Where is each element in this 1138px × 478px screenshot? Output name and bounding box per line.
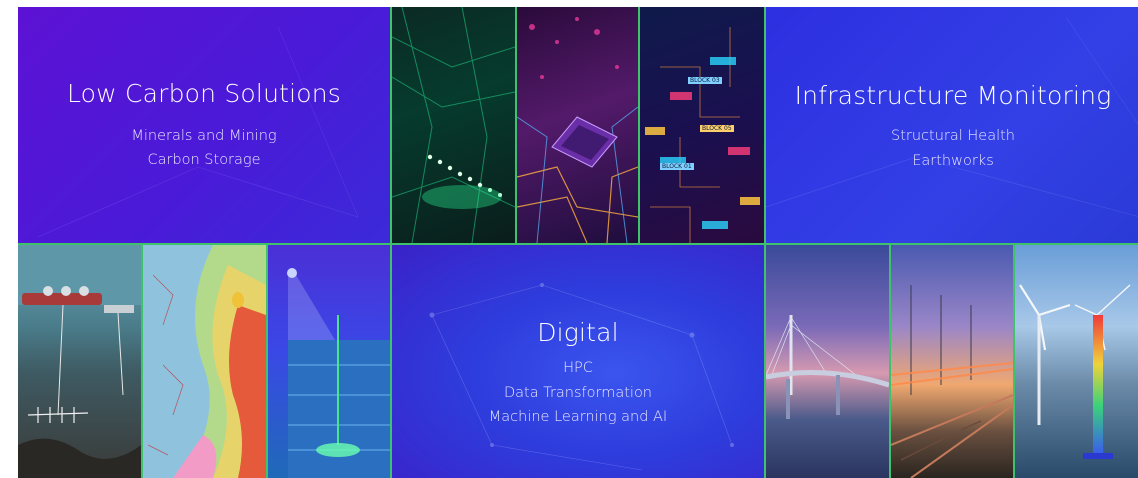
divider-image-2 <box>638 7 640 243</box>
digital-panel: Digital HPC Data Transformation Machine … <box>392 245 764 478</box>
network-lines-decoration <box>766 16 1138 217</box>
low-carbon-panel: Low Carbon Solutions Minerals and Mining… <box>18 7 390 243</box>
banner: Low Carbon Solutions Minerals and Mining… <box>18 7 1138 478</box>
network-lines-decoration <box>37 26 359 238</box>
divider-vertical-left <box>390 7 392 478</box>
digital-item-machine-learning: Machine Learning and AI <box>488 409 668 425</box>
divider-horizontal <box>18 243 1138 245</box>
divider-image-4 <box>266 245 268 478</box>
divider-image-5 <box>889 245 891 478</box>
low-carbon-item-carbon-storage: Carbon Storage <box>147 152 261 168</box>
railway-photo <box>891 245 1013 478</box>
offshore-storage-illustration <box>18 245 141 478</box>
divider-vertical-right <box>764 7 766 478</box>
infrastructure-item-earthworks: Earthworks <box>912 153 994 169</box>
infrastructure-title: Infrastructure Monitoring <box>794 81 1112 110</box>
block-label-1: BLOCK 03 <box>688 77 722 84</box>
geological-map-illustration <box>143 245 266 478</box>
microchip-photo <box>517 7 638 243</box>
digital-item-data-transformation: Data Transformation <box>503 385 653 401</box>
subsurface-model-illustration <box>268 245 390 478</box>
divider-image-1 <box>515 7 517 243</box>
infrastructure-panel: Infrastructure Monitoring Structural Hea… <box>766 7 1138 243</box>
low-carbon-title: Low Carbon Solutions <box>66 79 342 108</box>
digital-title: Digital <box>537 318 619 347</box>
divider-image-6 <box>1013 245 1015 478</box>
divider-image-3 <box>141 245 143 478</box>
block-label-2: BLOCK 01 <box>660 163 694 170</box>
digital-item-hpc: HPC <box>563 360 593 376</box>
circuit-board-photo <box>392 7 515 243</box>
bridge-photo <box>766 245 889 478</box>
wind-turbine-model-photo <box>1015 245 1138 478</box>
infrastructure-item-structural-health: Structural Health <box>891 128 1015 144</box>
block-diagram-photo: BLOCK 03 BLOCK 01 BLOCK 05 <box>640 7 764 243</box>
low-carbon-item-minerals: Minerals and Mining <box>131 128 277 144</box>
block-label-3: BLOCK 05 <box>700 125 734 132</box>
